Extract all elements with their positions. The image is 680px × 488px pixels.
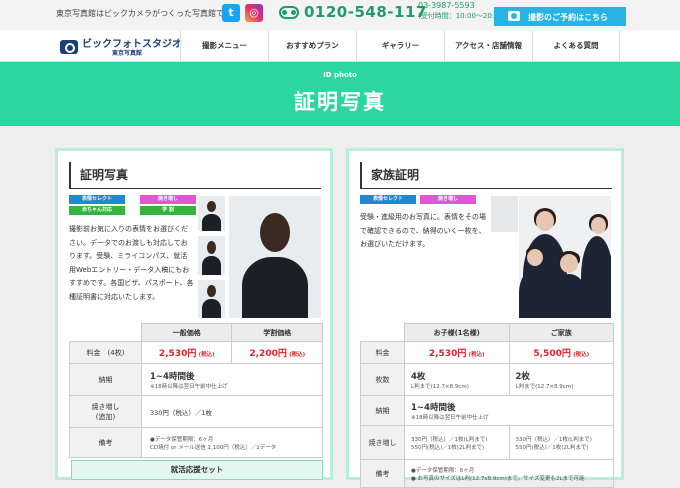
hero-subtitle: ID photo: [323, 71, 357, 79]
hero-banner: ID photo 証明写真: [0, 62, 680, 126]
tag-expression-select: 表情セレクト: [360, 195, 416, 204]
family-count: 2枚: [515, 371, 530, 382]
instagram-icon[interactable]: ◎: [245, 4, 263, 22]
delivery-note: ※18時以降は翌日午前中仕上げ: [150, 383, 228, 390]
page-title: 証明写真: [294, 90, 386, 114]
card-description: 撮影前お気に入りの表情をお選びください。データでのお渡しも対応しております。受験…: [69, 225, 194, 301]
thumb-photo-2: [198, 236, 225, 275]
row-reprint-label: 焼き増し: [91, 402, 120, 411]
family-photo-card: 家族証明 表情セレクト 焼き増し 受験・進級用のお写真に。表情をその場で確認でき…: [346, 148, 624, 488]
family-thumb-photo: [491, 196, 518, 232]
delivery-note: ※18時以降は翌日午前中仕上げ: [411, 414, 489, 421]
title-underline: [69, 188, 321, 189]
booking-button-label: 撮影のご予約はこちら: [528, 13, 608, 22]
delivery-time: 1~4時間後: [411, 402, 456, 413]
toll-free-number[interactable]: 0120-548-117: [304, 3, 427, 21]
row-remarks-label: 備考: [69, 427, 142, 458]
remarks-line-2: ● お写真のサイズはL判(12.7x8.9cm)まで。サイズ変更も2Lまで可能: [411, 475, 585, 482]
row-remarks-label: 備考: [360, 459, 405, 488]
row-reprint-label: 焼き増し: [360, 425, 405, 460]
family-main-photo: [519, 196, 611, 318]
tax-label: (税込): [289, 352, 306, 358]
card-description: 受験・進級用のお写真に。表情をその場で確認できるので、納得のいく一枚を、お選びい…: [360, 213, 486, 249]
tag-reprint: 焼き増し: [140, 195, 196, 204]
card-title: 家族証明: [360, 162, 419, 188]
thumb-photo-1: [198, 196, 225, 231]
top-bar: 東京写真館はビックカメラがつくった写真館です。 t ◎ 0120-548-117…: [0, 0, 680, 30]
id-photo-card: 証明写真 表情セレクト 焼き増し 赤ちゃん対応 学 割 撮影前お気に入りの表情を…: [55, 148, 333, 480]
price-table: お子様(1名様) ご家族 料金 2,530円 (税込) 5,500円 (税込) …: [360, 323, 614, 488]
booking-button[interactable]: 撮影のご予約はこちら: [494, 7, 626, 26]
row-fee-label: 料金 (4枚): [69, 341, 142, 364]
reprint-price: 330円（税込）／1枚: [141, 395, 323, 428]
alt-phone-number[interactable]: 03-3987-5593: [418, 1, 475, 10]
row-fee-label: 料金: [360, 341, 405, 364]
col-child-header: お子様(1名様): [404, 323, 510, 342]
family-reprint-1: 330円（税込）／1枚(L判まで): [515, 436, 592, 443]
nav-item-faq[interactable]: よくある質問: [532, 30, 620, 61]
tag-expression-select: 表情セレクト: [69, 195, 125, 204]
tag-baby-ok: 赤ちゃん対応: [69, 206, 125, 215]
job-hunting-set-header[interactable]: 就活応援セット: [71, 460, 323, 480]
remarks-line-2: CD焼付 or メール送信 1,100円（税込）／1データ: [150, 444, 277, 451]
col-family-header: ご家族: [508, 323, 614, 342]
general-price: 2,530円: [158, 349, 197, 359]
child-reprint-2: 550円(税込)／1枚(2L判まで): [411, 444, 485, 451]
student-price: 2,200円: [249, 349, 287, 359]
family-reprint-2: 550円(税込)／1枚(2L判まで): [515, 444, 589, 451]
price-table: 一般価格 学割価格 料金 (4枚) 2,530円 (税込) 2,200円 (税込…: [69, 323, 323, 458]
twitter-icon[interactable]: t: [222, 4, 240, 22]
thumb-photo-3: [198, 280, 225, 318]
tax-label: (税込): [468, 352, 485, 358]
remarks-line-1: ●データ保管期限：6ヶ月: [411, 467, 475, 474]
card-title: 証明写真: [69, 162, 128, 188]
nav-item-menu[interactable]: 撮影メニュー: [180, 30, 268, 61]
remarks-line-1: ●データ保管期限：6ヶ月: [150, 436, 214, 443]
row-count-label: 枚数: [360, 363, 405, 396]
nav-item-access[interactable]: アクセス・店舗情報: [444, 30, 532, 61]
family-count-note: L判まで(12.7×8.9cm): [515, 383, 574, 390]
row-delivery-label: 納期: [360, 395, 405, 426]
freedial-icon: [279, 6, 299, 19]
title-underline: [360, 188, 612, 189]
camera-logo-icon: [60, 40, 78, 54]
nav-menu: 撮影メニュー おすすめプラン ギャラリー アクセス・店舗情報 よくある質問: [180, 30, 620, 61]
child-price: 2,530円: [428, 349, 467, 359]
family-price: 5,500円: [533, 349, 571, 359]
camera-icon: [508, 11, 520, 21]
nav-item-gallery[interactable]: ギャラリー: [356, 30, 444, 61]
col-student-header: 学割価格: [231, 323, 323, 342]
tax-label: (税込): [198, 352, 215, 358]
child-reprint-1: 330円（税込）／1枚(L判まで): [411, 436, 488, 443]
main-portrait-photo: [229, 196, 321, 318]
child-count-note: L判まで(12.7×8.9cm): [411, 383, 469, 390]
tag-student-discount: 学 割: [140, 206, 196, 215]
tag-reprint: 焼き増し: [420, 195, 476, 204]
row-reprint-sublabel: (追加): [95, 412, 116, 421]
col-general-header: 一般価格: [140, 323, 233, 342]
delivery-time: 1~4時間後: [150, 371, 195, 382]
row-delivery-label: 納期: [69, 363, 142, 396]
tax-label: (税込): [573, 352, 590, 358]
nav-item-plans[interactable]: おすすめプラン: [268, 30, 356, 61]
main-nav: ビックフォトスタジオ 東京写真館 撮影メニュー おすすめプラン ギャラリー アク…: [0, 30, 680, 62]
site-tagline: 東京写真館はビックカメラがつくった写真館です。: [56, 9, 240, 18]
child-count: 4枚: [411, 371, 426, 382]
logo-sub: 東京写真館: [112, 50, 143, 57]
business-hours: (受付時間：10:00〜20:00): [418, 12, 506, 20]
